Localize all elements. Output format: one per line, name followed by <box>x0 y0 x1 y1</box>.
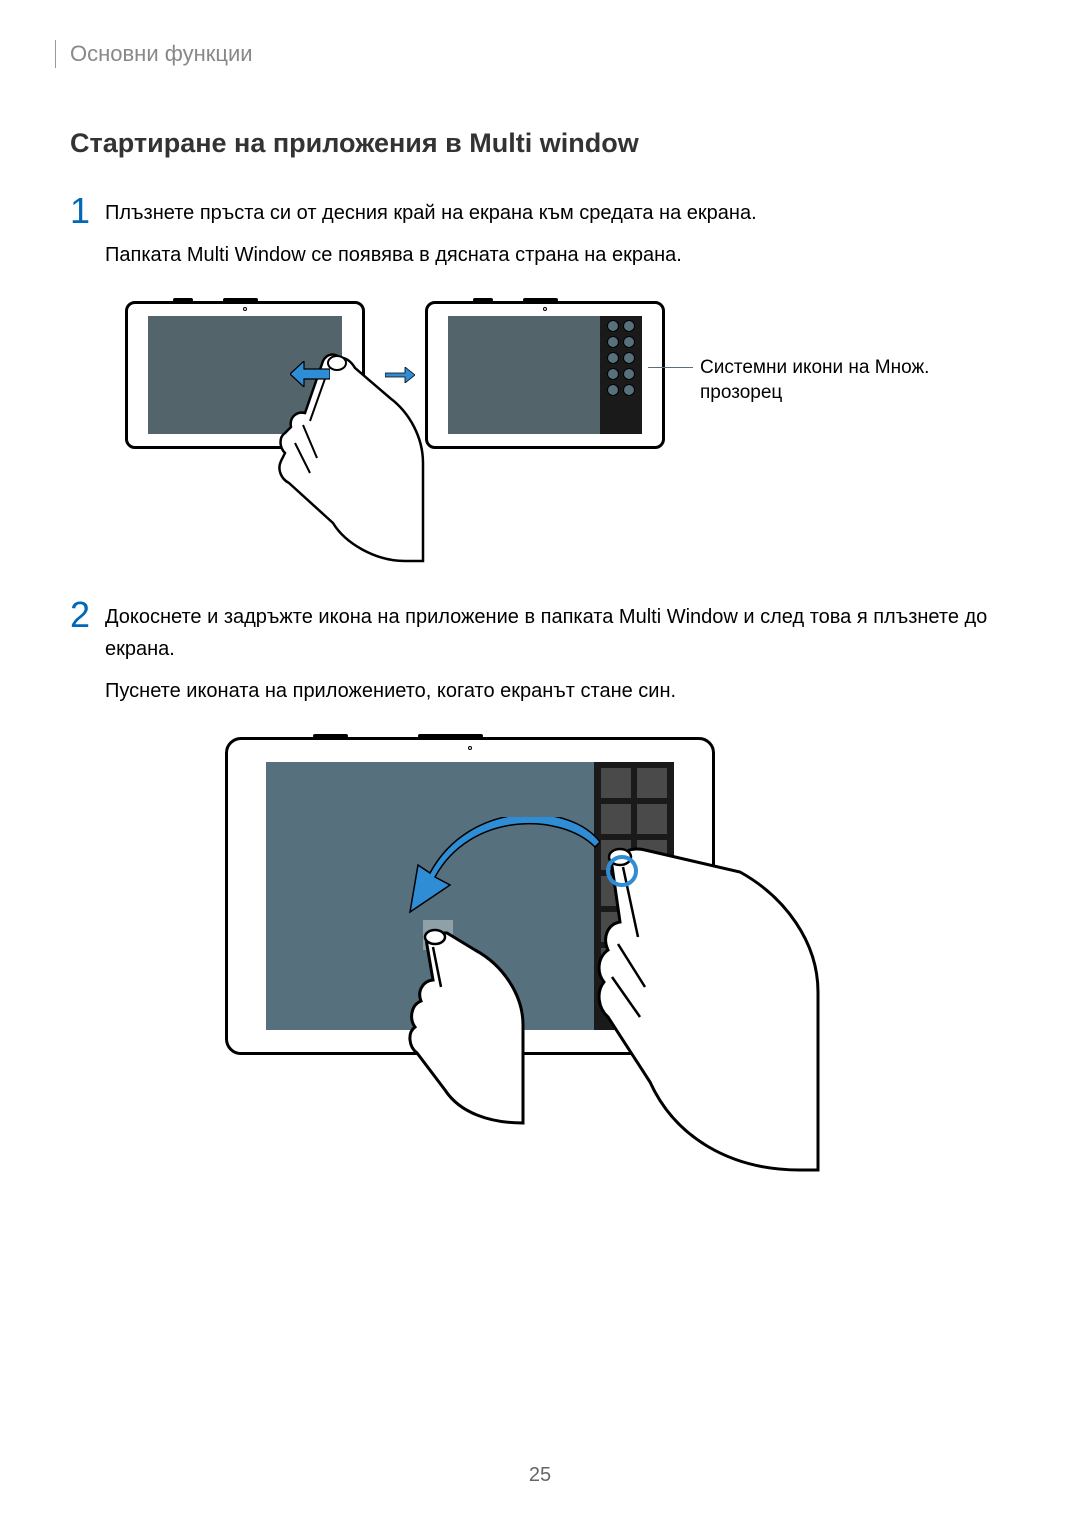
step-2-text-1: Докоснете и задръжте икона на приложение… <box>105 601 1010 665</box>
step-2-text-2: Пуснете иконата на приложението, когато … <box>105 675 1010 707</box>
step-2: 2 Докоснете и задръжте икона на приложен… <box>70 601 1010 717</box>
drag-source-highlight-icon <box>606 855 638 887</box>
step-2-body: Докоснете и задръжте икона на приложение… <box>105 601 1010 717</box>
hand-drop-icon <box>385 925 525 1125</box>
page-number: 25 <box>529 1464 551 1487</box>
hand-hold-icon <box>590 842 820 1172</box>
step-1-text-1: Плъзнете пръста си от десния край на екр… <box>105 197 1010 229</box>
step-number-2: 2 <box>70 597 105 717</box>
content-area: Стартиране на приложения в Multi window … <box>55 128 1010 1177</box>
tablet-after-icon <box>425 301 665 449</box>
breadcrumb: Основни функции <box>70 41 253 67</box>
swipe-arrow-icon <box>290 361 330 387</box>
multiwindow-panel-icon <box>600 316 642 434</box>
step-number-1: 1 <box>70 193 105 281</box>
section-title: Стартиране на приложения в Multi window <box>70 128 1010 159</box>
illustration-1: Системни икони на Множ. прозорец <box>125 301 1010 561</box>
illustration-2 <box>125 737 1010 1177</box>
header-divider <box>55 40 56 68</box>
step-1-text-2: Папката Multi Window се появява в дяснат… <box>105 239 1010 271</box>
callout-text: Системни икони на Множ. прозорец <box>700 356 945 405</box>
header: Основни функции <box>55 40 1010 68</box>
callout-line <box>648 367 693 368</box>
step-1: 1 Плъзнете пръста си от десния край на е… <box>70 197 1010 281</box>
flow-arrow-icon <box>385 367 415 383</box>
step-1-body: Плъзнете пръста си от десния край на екр… <box>105 197 1010 281</box>
